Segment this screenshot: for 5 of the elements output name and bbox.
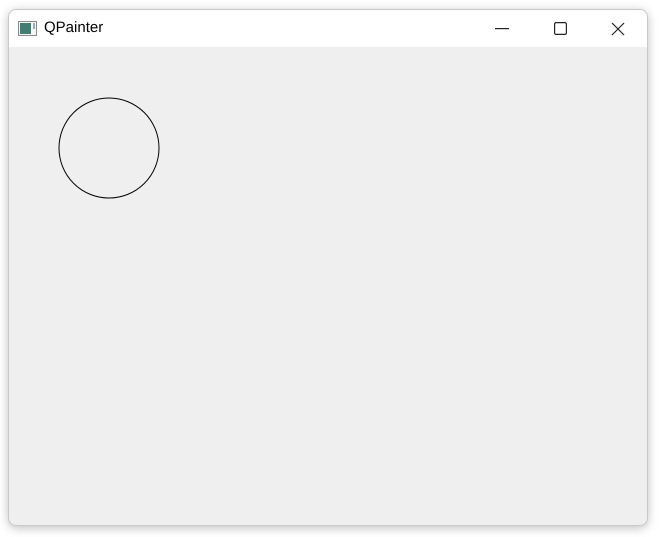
close-icon [611, 22, 625, 36]
minimize-icon [495, 28, 509, 30]
maximize-icon [554, 22, 566, 35]
window-title: QPainter [44, 18, 104, 38]
window-icon [18, 21, 37, 36]
